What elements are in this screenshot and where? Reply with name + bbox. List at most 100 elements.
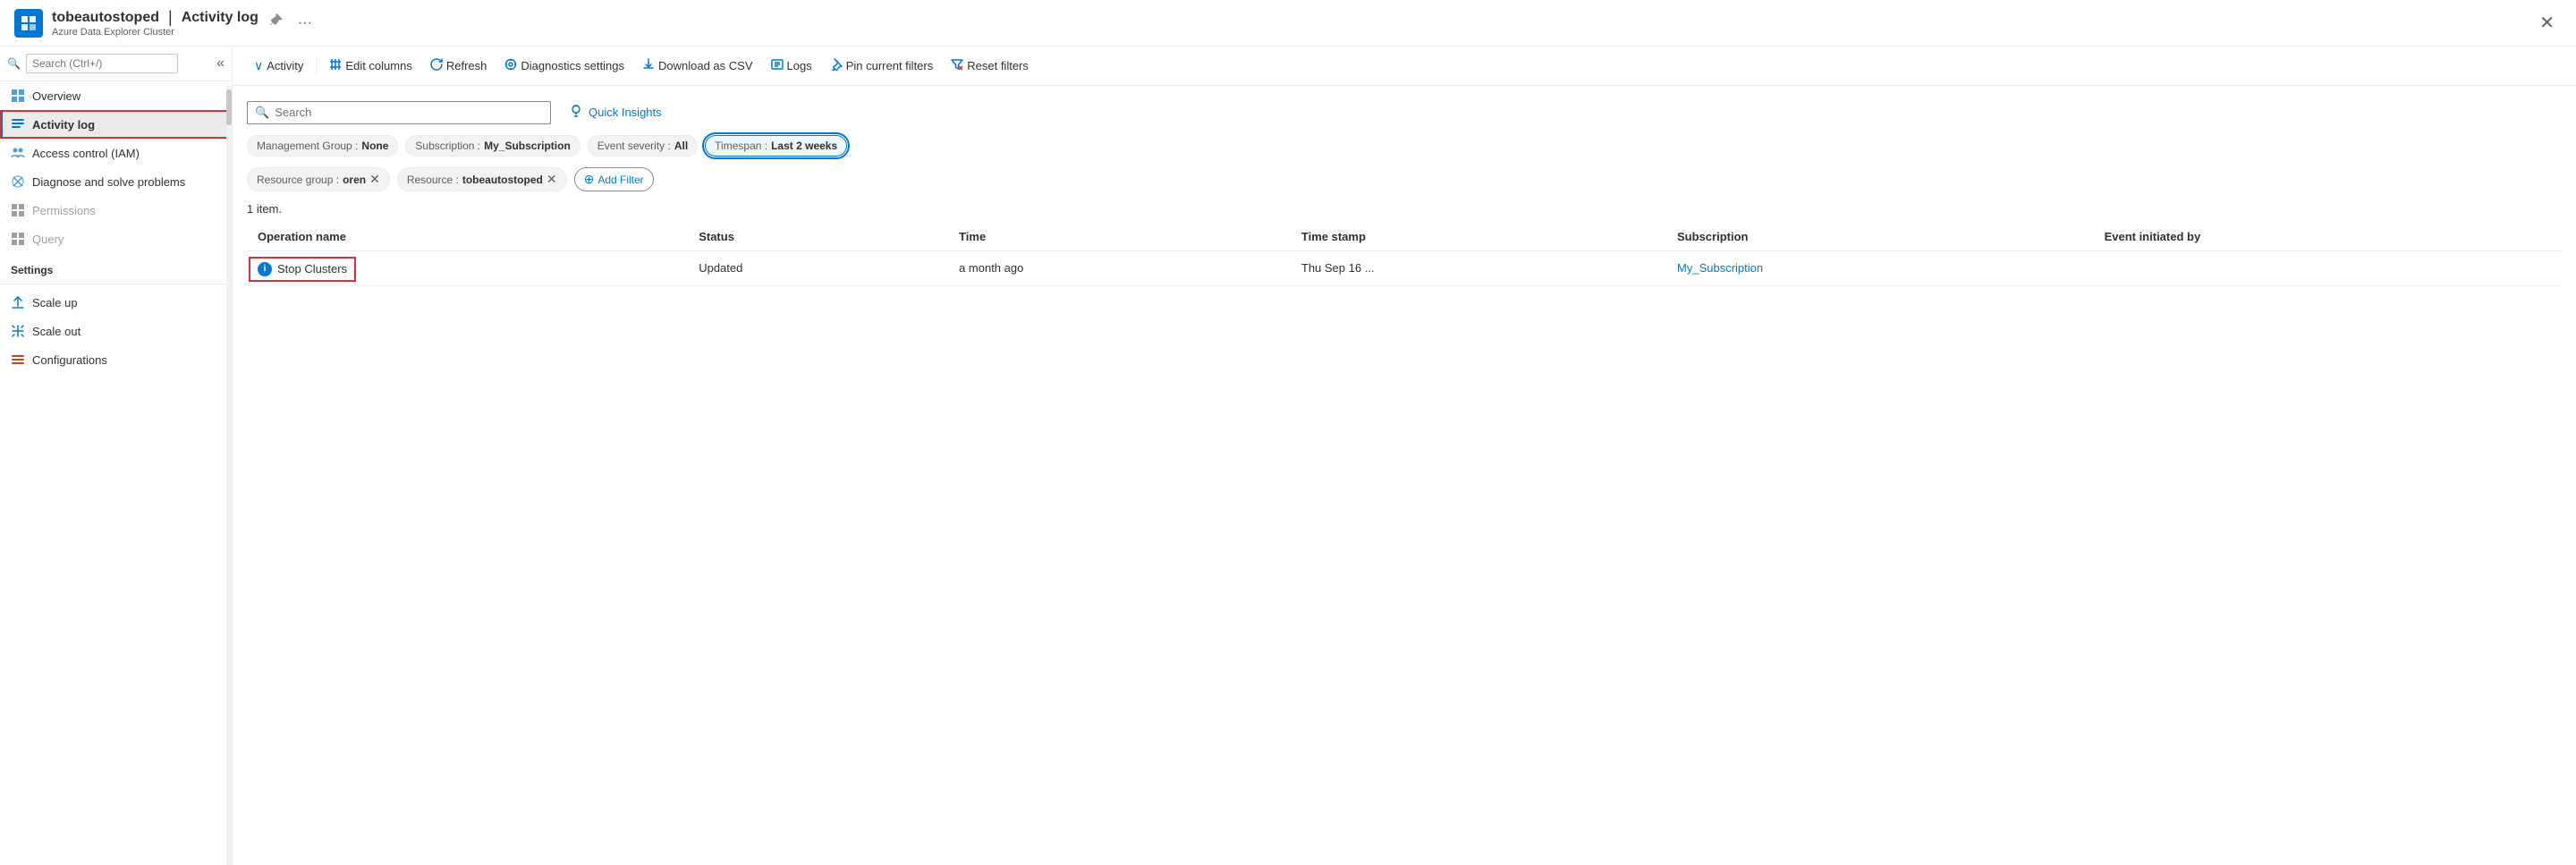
scale-out-icon [11, 324, 25, 338]
sidebar-search-input[interactable] [26, 54, 178, 73]
logs-icon [771, 58, 784, 73]
edit-columns-button[interactable]: Edit columns [322, 55, 419, 77]
sidebar-search-area: 🔍 « [0, 47, 232, 81]
filter-management-group[interactable]: Management Group : None [247, 135, 398, 157]
scale-up-icon [11, 295, 25, 310]
filter-subscription-label: Subscription : [415, 140, 480, 152]
download-icon [642, 58, 655, 73]
scale-up-label: Scale up [32, 296, 78, 310]
sidebar-item-scale-out[interactable]: Scale out [0, 317, 232, 345]
filter-event-severity[interactable]: Event severity : All [588, 135, 698, 157]
search-box: 🔍 [247, 101, 551, 124]
filter-resource-group-label: Resource group : [257, 174, 339, 186]
table-row[interactable]: i Stop Clusters Updated a month ago Thu … [247, 251, 2562, 286]
activity-log-icon [11, 117, 25, 131]
close-button[interactable]: ✕ [2532, 8, 2562, 38]
filter-row-2: Resource group : oren ✕ Resource : tobea… [247, 167, 2562, 191]
reset-filters-label: Reset filters [967, 59, 1029, 72]
cell-subscription[interactable]: My_Subscription [1666, 251, 2094, 286]
sidebar-item-permissions[interactable]: Permissions [0, 196, 232, 225]
col-time: Time [948, 223, 1291, 251]
quick-insights-label: Quick Insights [589, 106, 662, 119]
sidebar-item-diagnose[interactable]: Diagnose and solve problems [0, 167, 232, 196]
logs-button[interactable]: Logs [764, 55, 819, 77]
diagnostics-button[interactable]: Diagnostics settings [497, 55, 631, 77]
activity-dropdown-icon: ∨ [254, 58, 263, 73]
quick-insights-button[interactable]: Quick Insights [562, 100, 669, 124]
search-icon: 🔍 [7, 57, 21, 70]
sidebar-item-configurations[interactable]: Configurations [0, 345, 232, 374]
toolbar: ∨ Activity Edit columns [233, 47, 2576, 86]
resource-subtitle: Azure Data Explorer Cluster [52, 27, 258, 38]
sidebar-scroll-thumb[interactable] [226, 89, 232, 125]
scale-out-label: Scale out [32, 325, 80, 338]
content-body: 🔍 Quick Insights [233, 86, 2576, 865]
col-event-initiated: Event initiated by [2094, 223, 2562, 251]
main-layout: 🔍 « Overview Activity [0, 47, 2576, 865]
permissions-label: Permissions [32, 204, 96, 217]
col-subscription: Subscription [1666, 223, 2094, 251]
sidebar-item-overview[interactable]: Overview [0, 81, 232, 110]
filter-timespan[interactable]: Timespan : Last 2 weeks [705, 135, 847, 157]
sidebar-item-scale-up[interactable]: Scale up [0, 288, 232, 317]
filter-resource-value: tobeautostoped [462, 174, 543, 186]
search-box-icon: 🔍 [255, 106, 269, 120]
quick-insights-icon [569, 104, 583, 121]
activity-log-label: Activity log [32, 118, 95, 131]
content-area: ∨ Activity Edit columns [233, 47, 2576, 865]
cell-event-initiated [2094, 251, 2562, 286]
sidebar-scrollbar[interactable] [226, 86, 232, 865]
filter-subscription[interactable]: Subscription : My_Subscription [405, 135, 580, 157]
col-timestamp: Time stamp [1291, 223, 1666, 251]
page-title: Activity log [182, 10, 258, 26]
refresh-icon [430, 58, 443, 73]
edit-columns-icon [329, 58, 342, 73]
more-options-button[interactable]: ··· [294, 12, 316, 35]
cell-status: Updated [688, 251, 948, 286]
title-divider: | [168, 8, 173, 27]
activity-button-label: Activity [267, 59, 303, 72]
filter-resource[interactable]: Resource : tobeautostoped ✕ [397, 167, 567, 191]
pin-button[interactable] [266, 10, 287, 36]
edit-columns-label: Edit columns [345, 59, 411, 72]
download-csv-label: Download as CSV [658, 59, 753, 72]
permissions-icon [11, 203, 25, 217]
sidebar-item-activity-log[interactable]: Activity log [0, 110, 232, 139]
sidebar-item-access-control[interactable]: Access control (IAM) [0, 139, 232, 167]
settings-section-label: Settings [0, 253, 232, 280]
sidebar-item-query[interactable]: Query [0, 225, 232, 253]
refresh-button[interactable]: Refresh [423, 55, 495, 77]
configurations-label: Configurations [32, 353, 107, 367]
filter-resource-label: Resource : [407, 174, 459, 186]
add-filter-button[interactable]: ⊕ Add Filter [574, 167, 654, 191]
activity-button[interactable]: ∨ Activity [247, 55, 310, 77]
filter-resource-group-value: oren [343, 174, 366, 186]
col-status: Status [688, 223, 948, 251]
cell-timestamp: Thu Sep 16 ... [1291, 251, 1666, 286]
download-csv-button[interactable]: Download as CSV [635, 55, 760, 77]
reset-filters-icon [951, 58, 963, 73]
filter-subscription-value: My_Subscription [484, 140, 571, 152]
pin-filters-button[interactable]: Pin current filters [823, 55, 941, 77]
sidebar-collapse-button[interactable]: « [216, 55, 225, 72]
diagnostics-icon [504, 58, 517, 73]
filter-resource-close[interactable]: ✕ [547, 172, 557, 187]
overview-label: Overview [32, 89, 80, 103]
subscription-link[interactable]: My_Subscription [1677, 261, 1763, 275]
diagnose-label: Diagnose and solve problems [32, 175, 185, 189]
reset-filters-button[interactable]: Reset filters [944, 55, 1036, 77]
operation-info-icon: i [258, 262, 272, 276]
table-header: Operation name Status Time Time stamp Su… [247, 223, 2562, 251]
filter-management-group-value: None [361, 140, 388, 152]
refresh-label: Refresh [446, 59, 487, 72]
filter-resource-group[interactable]: Resource group : oren ✕ [247, 167, 390, 191]
search-input[interactable] [275, 106, 543, 119]
configurations-icon [11, 352, 25, 367]
search-row: 🔍 Quick Insights [247, 100, 2562, 124]
filter-event-severity-value: All [674, 140, 688, 152]
top-header: tobeautostoped | Activity log Azure Data… [0, 0, 2576, 47]
access-control-icon [11, 146, 25, 160]
cell-operation-name[interactable]: i Stop Clusters [247, 251, 688, 286]
diagnostics-label: Diagnostics settings [521, 59, 624, 72]
filter-resource-group-close[interactable]: ✕ [369, 172, 380, 187]
